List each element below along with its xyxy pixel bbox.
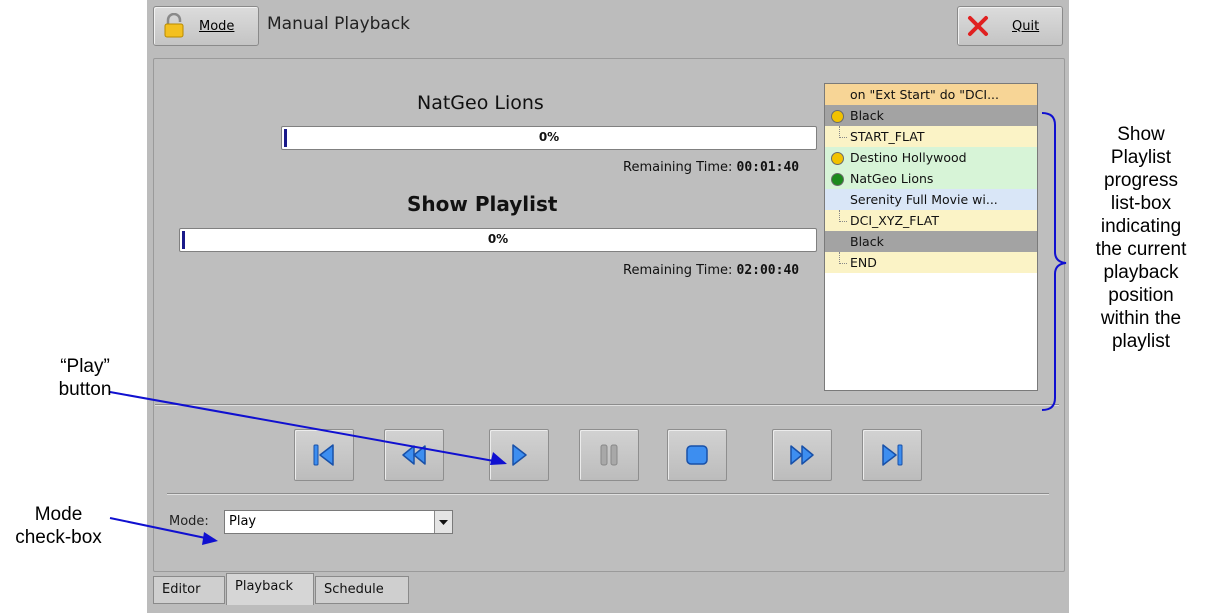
annotation-layer xyxy=(109,112,1067,545)
callout-line: list-box xyxy=(1110,193,1172,214)
callout-line: within the xyxy=(1100,308,1182,329)
play-callout-arrow xyxy=(109,391,506,464)
callout-line: playback xyxy=(1103,262,1179,283)
callout-line: Show xyxy=(1117,124,1165,145)
callout-line: button xyxy=(58,379,112,400)
callout-line: “Play” xyxy=(60,356,110,377)
playlist-callout-text: Show Playlist progress list-box indicati… xyxy=(1075,123,1207,353)
callout-line: the current xyxy=(1095,239,1187,260)
arrow-head xyxy=(490,452,507,465)
play-callout-text: “Play” button xyxy=(40,355,130,401)
playlist-bracket xyxy=(1041,112,1067,411)
callout-line: progress xyxy=(1104,170,1178,191)
callout-line: position xyxy=(1108,285,1174,306)
callout-line: Mode xyxy=(34,504,83,525)
callout-line: indicating xyxy=(1100,216,1182,237)
callout-line: check-box xyxy=(15,527,102,548)
mode-callout-text: Mode check-box xyxy=(6,503,111,549)
callout-line: Playlist xyxy=(1110,147,1172,168)
callout-line: playlist xyxy=(1111,331,1171,352)
arrow-head xyxy=(202,532,218,545)
mode-callout-arrow xyxy=(109,517,216,541)
